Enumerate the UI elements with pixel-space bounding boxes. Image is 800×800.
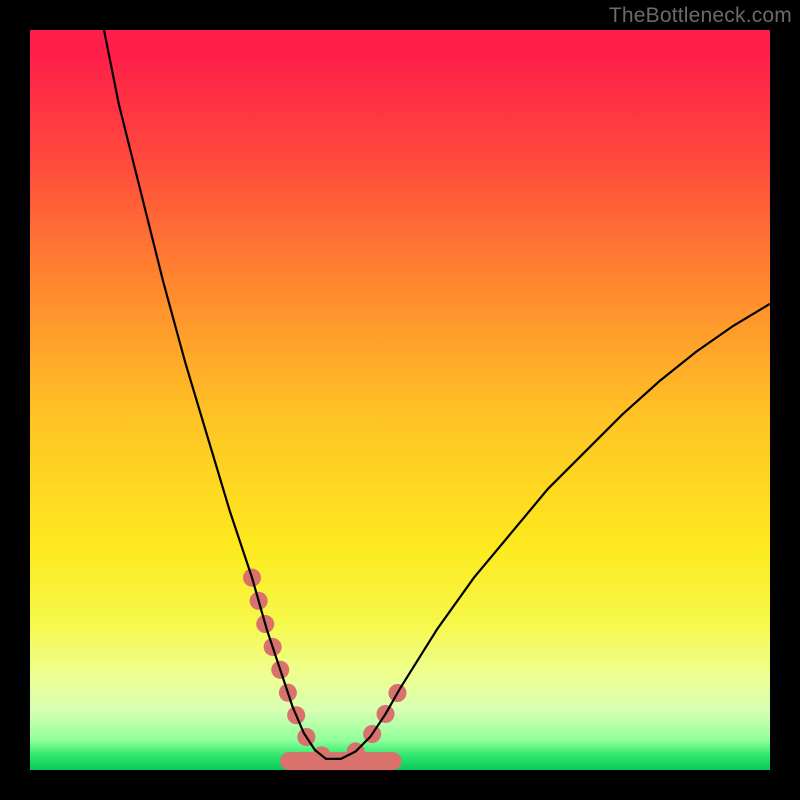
watermark-text: TheBottleneck.com: [609, 4, 792, 28]
chart-canvas: TheBottleneck.com: [0, 0, 800, 800]
left-marker-band: [252, 578, 326, 759]
highlight-group: [252, 578, 400, 759]
chart-overlay: [30, 30, 770, 770]
right-marker-band: [356, 689, 400, 752]
curve-line: [104, 30, 770, 759]
